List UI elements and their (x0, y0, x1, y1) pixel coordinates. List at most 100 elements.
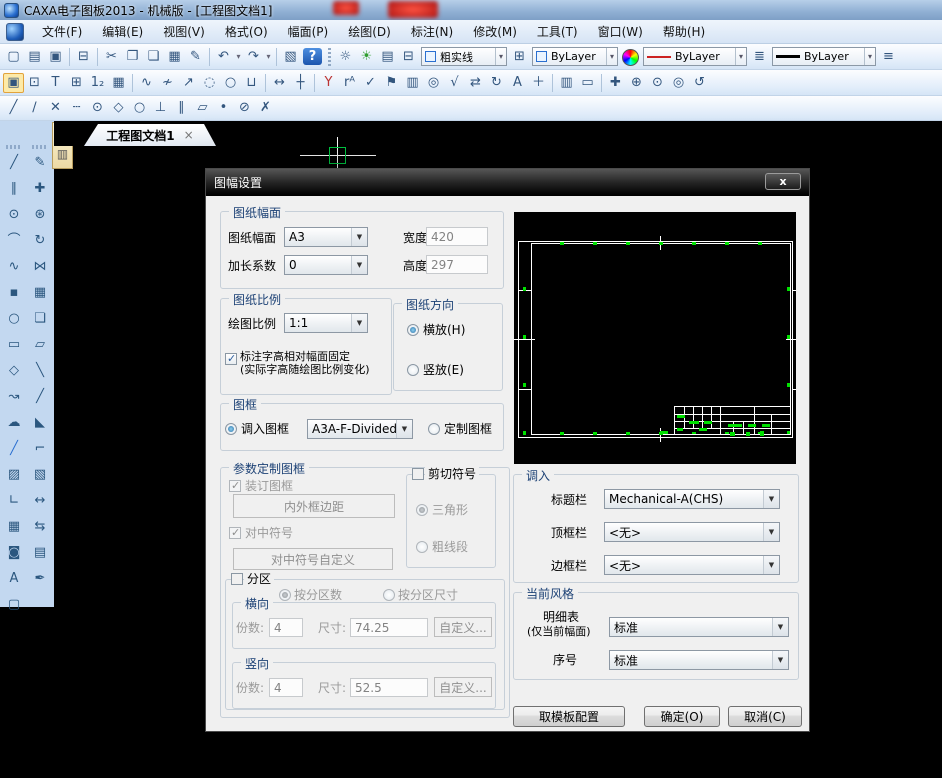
h-custom-button[interactable]: 自定义... (434, 617, 492, 637)
snap-line-icon[interactable]: ╱ (3, 98, 24, 118)
block-insert-icon[interactable]: ▱ (30, 336, 50, 354)
menu-window[interactable]: 窗口(W) (588, 20, 653, 43)
plot-style-icon[interactable]: ⊟ (398, 47, 419, 67)
polygon-icon[interactable]: ◇ (4, 362, 24, 380)
caxa-menu-icon[interactable] (6, 23, 24, 41)
copy-move-icon[interactable]: ⊛ (30, 206, 50, 224)
triangle-radio[interactable] (416, 504, 428, 516)
dim-rotate-icon[interactable]: ↻ (486, 73, 507, 93)
snap-midpoint-icon[interactable]: ∕ (24, 98, 45, 118)
copy-basepoint-icon[interactable]: ❏ (143, 47, 164, 67)
text-icon[interactable]: A (4, 570, 24, 588)
v-size-input[interactable]: 52.5 (350, 678, 428, 697)
spline-icon[interactable]: ∿ (4, 258, 24, 276)
menu-edit[interactable]: 编辑(E) (92, 20, 153, 43)
layer-state-icon[interactable]: ☀ (356, 47, 377, 67)
ellipse-icon[interactable]: ○ (4, 310, 24, 328)
leader-icon[interactable]: rᴬ (339, 73, 360, 93)
snap-clear-icon[interactable]: ✗ (255, 98, 276, 118)
by-count-radio[interactable] (279, 589, 291, 601)
dim-text-icon[interactable]: A (507, 73, 528, 93)
margin-button[interactable]: 内外框边距 (233, 494, 395, 518)
copy-icon[interactable]: ❐ (122, 47, 143, 67)
format-painter-icon[interactable]: ✎ (185, 47, 206, 67)
pan-icon[interactable]: ✚ (605, 73, 626, 93)
menu-file[interactable]: 文件(F) (32, 20, 92, 43)
point-icon[interactable]: ▪ (4, 284, 24, 302)
custom-frame-radio[interactable] (428, 423, 440, 435)
text-flag-icon[interactable]: ⚑ (381, 73, 402, 93)
draw-scale-combo[interactable]: 1:1 (284, 313, 368, 333)
snap-extension-icon[interactable]: ┄ (66, 98, 87, 118)
contour-icon[interactable]: ◌ (199, 73, 220, 93)
fill-icon[interactable]: ▨ (4, 466, 24, 484)
dim-linear-icon[interactable]: ↔ (269, 73, 290, 93)
fixed-text-height-checkbox[interactable] (225, 353, 237, 365)
cut-symbol-checkbox[interactable] (412, 468, 424, 480)
ok-button[interactable]: 确定(O) (644, 706, 720, 727)
snap-nearest-icon[interactable]: ⊘ (234, 98, 255, 118)
erase-icon[interactable]: ✎ (30, 154, 50, 172)
roughness-icon[interactable]: √ (444, 73, 465, 93)
tab-close-icon[interactable]: × (184, 128, 194, 142)
menu-tools[interactable]: 工具(T) (527, 20, 588, 43)
linetype-manager-icon[interactable]: ≣ (749, 47, 770, 67)
offset-icon[interactable]: ❏ (30, 310, 50, 328)
center-mark-checkbox[interactable] (229, 527, 241, 539)
height-input[interactable]: 297 (426, 255, 488, 274)
by-size-radio[interactable] (383, 589, 395, 601)
bom-icon[interactable]: ▦ (108, 73, 129, 93)
dialog-close-button[interactable]: x (765, 173, 801, 190)
arrow-icon[interactable]: ↗ (178, 73, 199, 93)
dropdown-arrow[interactable]: ▾ (606, 48, 617, 65)
snap-quadrant-icon[interactable]: ◇ (108, 98, 129, 118)
mirror-icon[interactable]: ⋈ (30, 258, 50, 276)
hatch-icon[interactable]: ▦ (4, 518, 24, 536)
extend-factor-combo[interactable]: 0 (284, 255, 368, 275)
cut-icon[interactable]: ✂ (101, 47, 122, 67)
display-config-icon[interactable]: ▥ (556, 73, 577, 93)
trim-icon[interactable]: ╲ (30, 362, 50, 380)
break-line-icon[interactable]: ≁ (157, 73, 178, 93)
block-icon[interactable]: ◙ (4, 544, 24, 562)
new-file-icon[interactable]: ▢ (3, 47, 24, 67)
rectangle-icon[interactable]: ▭ (4, 336, 24, 354)
menu-draw[interactable]: 绘图(D) (338, 20, 401, 43)
width-input[interactable]: 420 (426, 227, 488, 246)
titleblock-icon[interactable]: T (45, 73, 66, 93)
lineweight-settings-icon[interactable]: ≡ (878, 47, 899, 67)
serial-number-icon[interactable]: 1₂ (87, 73, 108, 93)
stretch-icon[interactable]: ⇆ (30, 518, 50, 536)
current-layer-combo[interactable]: 粗实线▾ (421, 47, 507, 66)
paste-icon[interactable]: ▦ (164, 47, 185, 67)
datum-target-icon[interactable]: ◎ (423, 73, 444, 93)
dropdown-arrow[interactable]: ▾ (864, 48, 875, 65)
menu-dimension[interactable]: 标注(N) (401, 20, 463, 43)
parallel-icon[interactable]: ∥ (4, 180, 24, 198)
edge-frame-combo[interactable]: <无> (604, 555, 780, 575)
cloud-icon[interactable]: ☁ (4, 414, 24, 432)
save-icon[interactable]: ▣ (45, 47, 66, 67)
axis-icon[interactable]: ∟ (4, 492, 24, 510)
undo-dropdown-icon[interactable]: ▾ (234, 47, 243, 67)
center-mark-icon[interactable]: ＋ (528, 73, 549, 93)
top-frame-combo[interactable]: <无> (604, 522, 780, 542)
portrait-radio[interactable] (407, 364, 419, 376)
ole-icon[interactable]: ▤ (30, 544, 50, 562)
paper-size-combo[interactable]: A3 (284, 227, 368, 247)
image-icon[interactable]: ▢ (4, 596, 24, 614)
table-icon[interactable]: ⊞ (66, 73, 87, 93)
snap-parallel-icon[interactable]: ∥ (171, 98, 192, 118)
current-color-combo[interactable]: ByLayer▾ (532, 47, 618, 66)
magnify-icon[interactable]: ○ (220, 73, 241, 93)
redo-icon[interactable]: ↷ (243, 47, 264, 67)
paper-settings-icon[interactable]: ▣ (3, 73, 24, 93)
weld-symbol-icon[interactable]: ⊔ (241, 73, 262, 93)
chamfer-icon[interactable]: ◣ (30, 414, 50, 432)
snap-tangent-icon[interactable]: ○ (129, 98, 150, 118)
fit-tolerance-icon[interactable]: ▥ (402, 73, 423, 93)
h-count-input[interactable]: 4 (269, 618, 303, 637)
menu-paper[interactable]: 幅面(P) (278, 20, 339, 43)
datum-icon[interactable]: Y (318, 73, 339, 93)
document-tab[interactable]: 工程图文档1 × (84, 124, 216, 146)
